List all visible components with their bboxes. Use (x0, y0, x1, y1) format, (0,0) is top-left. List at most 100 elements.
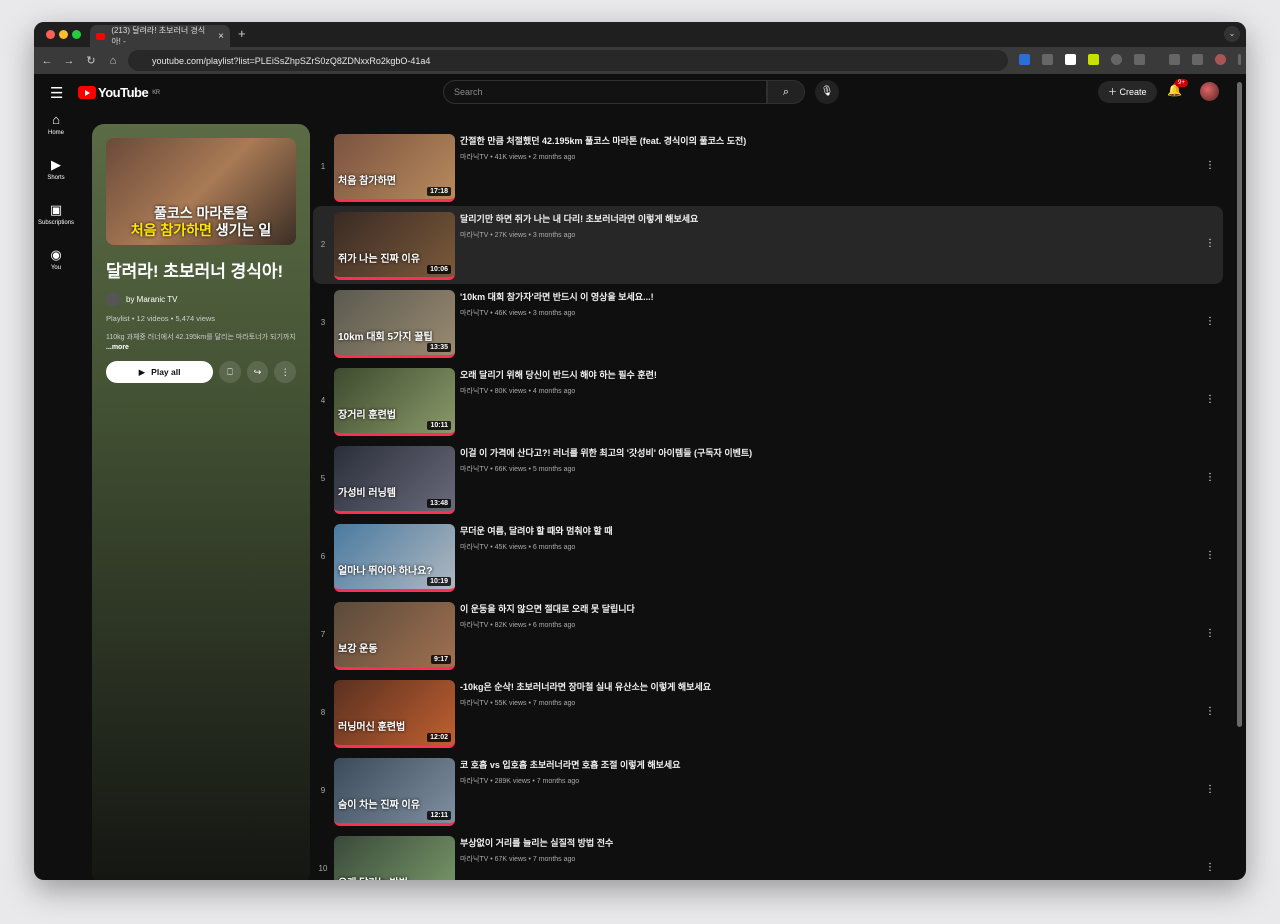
video-thumbnail[interactable]: 장거리 훈련법 10:11 (334, 368, 455, 436)
extension-icon[interactable] (1111, 54, 1122, 65)
browser-menu-icon[interactable] (1238, 54, 1241, 65)
playlist-video-row[interactable]: 6 얼마나 뛰어야 하나요? 10:19 무더운 여름, 달려야 할 때와 멈춰… (313, 518, 1223, 596)
playlist-owner[interactable]: by Maranic TV (106, 292, 296, 306)
channel-name[interactable]: 마라닉TV (460, 856, 488, 863)
back-icon[interactable]: ← (36, 55, 58, 67)
search-input[interactable]: Search (443, 80, 767, 104)
zoom-window-button[interactable] (72, 30, 81, 39)
more-vert-icon[interactable]: ⋮ (1205, 316, 1215, 327)
video-thumbnail[interactable]: 쥐가 나는 진짜 이유 10:06 (334, 212, 455, 280)
video-thumbnail[interactable]: 처음 참가하면 17:18 (334, 134, 455, 202)
view-count: 80K views (495, 388, 527, 395)
playlist-thumbnail[interactable]: 풀코스 마라톤을처음 참가하면 생기는 일 (106, 138, 296, 245)
playlist-video-row[interactable]: 8 러닝머신 훈련법 12:02 -10kg은 순삭! 초보러너라면 장마철 실… (313, 674, 1223, 752)
search-button[interactable]: ⌕ (767, 80, 805, 104)
guide-item-you[interactable]: ◉You (34, 245, 78, 290)
create-button[interactable]: ＋ Create (1098, 81, 1157, 103)
guide-item-home[interactable]: ⌂Home (34, 110, 78, 155)
extension-icon[interactable] (1042, 54, 1053, 65)
tab-search-button[interactable]: ⌄ (1224, 26, 1240, 42)
reload-icon[interactable]: ↻ (80, 54, 102, 67)
browser-tab[interactable]: (213) 달려라! 초보러너 경식아! -× (90, 25, 230, 47)
video-title[interactable]: 이걸 이 가격에 산다고?! 러너를 위한 최고의 '갓성비' 아이템들 (구독… (460, 446, 752, 459)
more-actions-button[interactable]: ⋮ (274, 361, 296, 383)
video-thumbnail[interactable]: 오래 달리는 방법 (334, 836, 455, 880)
close-tab-icon[interactable]: × (218, 31, 224, 42)
voice-search-icon[interactable]: 🎙 (815, 80, 839, 104)
channel-name[interactable]: 마라닉TV (460, 310, 488, 317)
owner-name[interactable]: by Maranic TV (126, 295, 177, 304)
video-title[interactable]: 무더운 여름, 달려야 할 때와 멈춰야 할 때 (460, 524, 613, 537)
channel-name[interactable]: 마라닉TV (460, 544, 488, 551)
channel-name[interactable]: 마라닉TV (460, 700, 488, 707)
account-avatar[interactable] (1200, 82, 1219, 101)
video-title[interactable]: 이 운동을 하지 않으면 절대로 오래 못 달립니다 (460, 602, 635, 615)
reading-list-icon[interactable] (1169, 54, 1180, 65)
more-link[interactable]: ...more (106, 344, 129, 351)
share-icon: ↪ (254, 367, 262, 377)
channel-name[interactable]: 마라닉TV (460, 778, 488, 785)
video-index: 4 (313, 396, 333, 405)
minimize-window-button[interactable] (59, 30, 68, 39)
youtube-logo[interactable]: YouTubeKR (78, 85, 160, 100)
home-icon[interactable]: ⌂ (102, 55, 124, 67)
more-vert-icon[interactable]: ⋮ (1205, 472, 1215, 483)
playlist-video-row[interactable]: 2 쥐가 나는 진짜 이유 10:06 달리기만 하면 쥐가 나는 내 다리! … (313, 206, 1223, 284)
video-thumbnail[interactable]: 10km 대회 5가지 꿀팁 13:35 (334, 290, 455, 358)
forward-icon[interactable]: → (58, 55, 80, 67)
play-all-button[interactable]: ▶Play all (106, 361, 213, 383)
more-vert-icon[interactable]: ⋮ (1205, 784, 1215, 795)
hamburger-menu-icon[interactable]: ☰ (50, 84, 63, 102)
channel-name[interactable]: 마라닉TV (460, 388, 488, 395)
profile-avatar[interactable] (1215, 54, 1226, 65)
more-vert-icon[interactable]: ⋮ (1205, 550, 1215, 561)
download-icon[interactable] (1192, 54, 1203, 65)
video-title[interactable]: '10km 대회 참가자'라면 반드시 이 영상을 보세요...! (460, 290, 654, 303)
channel-name[interactable]: 마라닉TV (460, 232, 488, 239)
video-thumbnail[interactable]: 얼마나 뛰어야 하나요? 10:19 (334, 524, 455, 592)
playlist-video-row[interactable]: 9 숨이 차는 진짜 이유 12:11 코 호흡 vs 입호흡 초보러너라면 호… (313, 752, 1223, 830)
more-vert-icon[interactable]: ⋮ (1205, 238, 1215, 249)
video-thumbnail[interactable]: 숨이 차는 진짜 이유 12:11 (334, 758, 455, 826)
more-vert-icon[interactable]: ⋮ (1205, 706, 1215, 717)
video-title[interactable]: 간절한 만큼 처절했던 42.195km 풀코스 마라톤 (feat. 경식이의… (460, 134, 746, 147)
playlist-video-row[interactable]: 5 가성비 러닝템 13:48 이걸 이 가격에 산다고?! 러너를 위한 최고… (313, 440, 1223, 518)
more-vert-icon[interactable]: ⋮ (1205, 862, 1215, 873)
more-vert-icon[interactable]: ⋮ (1205, 160, 1215, 171)
video-title[interactable]: 부상없이 거리를 늘리는 실질적 방법 전수 (460, 836, 613, 849)
scrollbar[interactable] (1237, 82, 1242, 727)
browser-window: (213) 달려라! 초보러너 경식아! -× + ⌄ ← → ↻ ⌂ yout… (34, 22, 1246, 880)
puzzle-icon[interactable] (1134, 54, 1145, 65)
playlist-thumbnail-caption: 풀코스 마라톤을처음 참가하면 생기는 일 (106, 205, 296, 239)
playlist-video-row[interactable]: 7 보강 운동 9:17 이 운동을 하지 않으면 절대로 오래 못 달립니다 … (313, 596, 1223, 674)
playlist-video-row[interactable]: 10 오래 달리는 방법 부상없이 거리를 늘리는 실질적 방법 전수 마라닉T… (313, 830, 1223, 880)
share-button[interactable]: ↪ (247, 361, 269, 383)
video-title[interactable]: -10kg은 순삭! 초보러너라면 장마철 실내 유산소는 이렇게 해보세요 (460, 680, 711, 693)
playlist-video-row[interactable]: 1 처음 참가하면 17:18 간절한 만큼 처절했던 42.195km 풀코스… (313, 128, 1223, 206)
upload-age: 7 months ago (533, 856, 575, 863)
thumbnail-caption: 10km 대회 5가지 꿀팁 (338, 328, 433, 343)
extension-icon[interactable] (1019, 54, 1030, 65)
guide-item-subscriptions[interactable]: ▣Subscriptions (34, 200, 78, 245)
video-title[interactable]: 달리기만 하면 쥐가 나는 내 다리! 초보러너라면 이렇게 해보세요 (460, 212, 698, 225)
guide-item-shorts[interactable]: ▶Shorts (34, 155, 78, 200)
url-field[interactable]: youtube.com/playlist?list=PLEiSsZhpSZrS0… (128, 50, 1008, 71)
playlist-video-row[interactable]: 4 장거리 훈련법 10:11 오래 달리기 위해 당신이 반드시 해야 하는 … (313, 362, 1223, 440)
playlist-video-row[interactable]: 3 10km 대회 5가지 꿀팁 13:35 '10km 대회 참가자'라면 반… (313, 284, 1223, 362)
video-thumbnail[interactable]: 보강 운동 9:17 (334, 602, 455, 670)
save-playlist-button[interactable]: ⎕ (219, 361, 241, 383)
channel-name[interactable]: 마라닉TV (460, 622, 488, 629)
new-tab-button[interactable]: + (238, 26, 246, 41)
video-title[interactable]: 오래 달리기 위해 당신이 반드시 해야 하는 필수 훈련! (460, 368, 657, 381)
video-thumbnail[interactable]: 가성비 러닝템 13:48 (334, 446, 455, 514)
close-window-button[interactable] (46, 30, 55, 39)
more-vert-icon[interactable]: ⋮ (1205, 628, 1215, 639)
channel-name[interactable]: 마라닉TV (460, 154, 488, 161)
video-duration: 13:35 (427, 343, 451, 352)
channel-name[interactable]: 마라닉TV (460, 466, 488, 473)
more-vert-icon[interactable]: ⋮ (1205, 394, 1215, 405)
extension-icon[interactable] (1065, 54, 1076, 65)
video-thumbnail[interactable]: 러닝머신 훈련법 12:02 (334, 680, 455, 748)
video-title[interactable]: 코 호흡 vs 입호흡 초보러너라면 호흡 조절 이렇게 해보세요 (460, 758, 680, 771)
extension-icon[interactable] (1088, 54, 1099, 65)
